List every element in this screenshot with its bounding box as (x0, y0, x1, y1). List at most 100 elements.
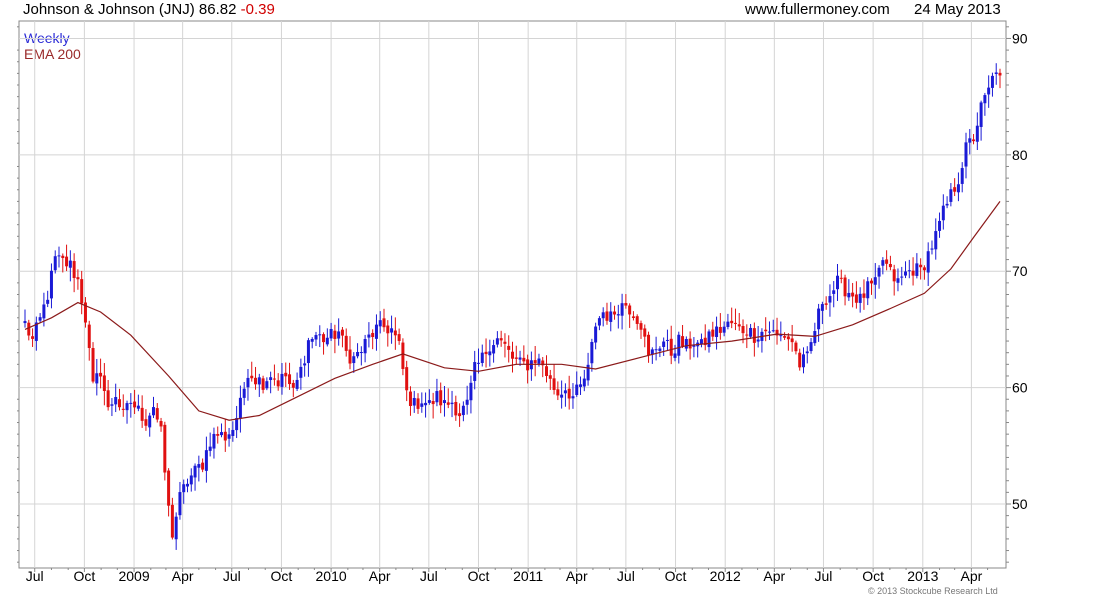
x-tick-label: Apr (369, 568, 391, 584)
price-chart: 5060708090 Jul Oct 2009 Apr Jul Oct 2010 Apr Jul… (17, 20, 1028, 584)
candle-body (106, 390, 110, 408)
candle-body (484, 351, 488, 355)
x-tick-label: Jul (617, 568, 635, 584)
x-tick-label: Oct (665, 568, 687, 584)
candle-body (726, 321, 730, 327)
candle-body (201, 462, 205, 470)
candle-body (503, 341, 507, 344)
candle-body (212, 433, 216, 449)
candle-body (949, 189, 953, 202)
candle-body (427, 400, 431, 403)
candle-body (843, 277, 847, 297)
candle-body (420, 403, 424, 407)
candle-body (333, 330, 337, 339)
candle-body (972, 139, 976, 142)
candle-body (805, 351, 809, 354)
candle-body (764, 329, 768, 332)
candle-body (144, 419, 148, 426)
x-tick-label: 2013 (907, 568, 938, 584)
candle-body (658, 348, 662, 351)
candle-body (616, 314, 620, 316)
candle-body (272, 378, 276, 380)
candle-body (492, 345, 496, 354)
candle-body (265, 381, 269, 389)
candle-body (507, 345, 511, 350)
candle-body (907, 270, 911, 272)
candle-body (922, 267, 926, 271)
candle-body (469, 382, 473, 401)
candle-body (545, 366, 549, 376)
candle-body (57, 255, 61, 257)
candle-body (133, 401, 137, 408)
candle-body (442, 400, 446, 404)
candle-body (518, 357, 522, 360)
candle-body (416, 398, 420, 409)
candle-body (390, 328, 394, 333)
candle-body (794, 342, 798, 352)
candle-body (945, 203, 949, 206)
x-axis-labels: Jul Oct 2009 Apr Jul Oct 2010 Apr Jul Oct 2011 Apr J… (26, 568, 983, 584)
candle-body (27, 322, 31, 336)
candle-body (533, 360, 537, 364)
candle-body (303, 363, 307, 366)
candle-body (624, 303, 628, 306)
candle-body (488, 351, 492, 356)
candle-body (170, 504, 174, 538)
candle-body (681, 336, 685, 347)
candle-body (631, 316, 635, 318)
x-tick-label: Apr (566, 568, 588, 584)
candle-body (711, 329, 715, 337)
candle-body (560, 394, 564, 398)
candle-body (72, 261, 76, 278)
candle-body (870, 280, 874, 284)
candle-body (885, 259, 889, 264)
candle-body (892, 269, 896, 282)
candle-body (862, 293, 866, 298)
candle-body (854, 294, 858, 303)
candle-body (888, 263, 892, 268)
candle-body (643, 328, 647, 337)
candle-body (495, 338, 499, 345)
candle-body (276, 380, 280, 387)
candle-body (197, 464, 201, 468)
candle-body (579, 384, 583, 387)
candle-body (741, 326, 745, 334)
x-tick-label: Apr (763, 568, 785, 584)
candle-body (745, 334, 749, 336)
candle-body (412, 397, 416, 406)
candle-body (881, 260, 885, 266)
candle-body (159, 421, 163, 427)
candle-body (669, 338, 673, 356)
candle-body (798, 352, 802, 368)
candle-body (42, 304, 46, 319)
candle-body (99, 372, 103, 377)
candle-body (136, 405, 140, 409)
candle-body (707, 331, 711, 348)
candle-body (461, 405, 465, 416)
candle-body (688, 338, 692, 349)
candle-body (102, 375, 106, 391)
candle-body (352, 356, 356, 364)
candle-body (174, 516, 178, 540)
candle-body (356, 352, 360, 357)
candle-body (817, 308, 821, 330)
candle-body (114, 397, 118, 405)
candle-body (635, 316, 639, 324)
candle-body (548, 375, 552, 379)
candle-body (371, 332, 375, 338)
candle-body (223, 431, 227, 441)
candle-body (586, 364, 590, 381)
candle-body (465, 399, 469, 405)
candle-body (23, 321, 27, 324)
candle-body (511, 351, 514, 359)
candle-body (737, 324, 741, 327)
candle-body (288, 374, 292, 385)
candle-body (318, 334, 322, 336)
candle-body (715, 326, 719, 338)
candle-body (733, 322, 737, 324)
candle-body (983, 95, 987, 104)
candle-body (752, 328, 756, 343)
x-tick-label: 2011 (513, 568, 543, 584)
candle-body (49, 270, 53, 299)
candle-body (832, 290, 836, 294)
